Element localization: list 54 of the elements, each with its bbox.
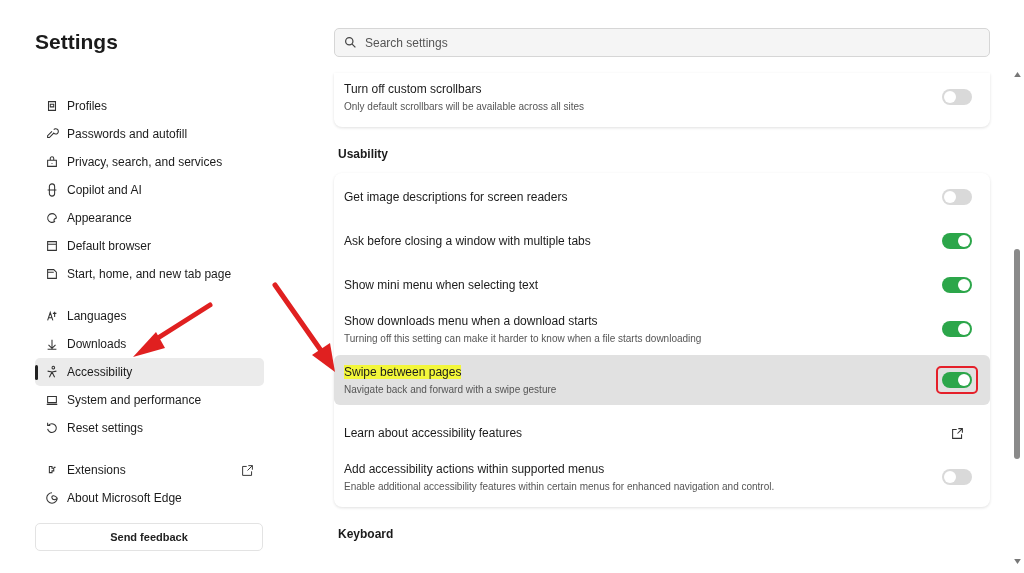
setting-description: Turning off this setting can make it harder to know when a file starts downloading xyxy=(344,333,703,344)
menu-item-icon xyxy=(45,337,59,351)
setting-label: Show downloads menu when a download starts xyxy=(344,314,598,328)
sidebar-item[interactable]: About Microsoft Edge xyxy=(35,484,264,512)
sidebar-item[interactable]: Appearance xyxy=(35,204,264,232)
sidebar-item[interactable]: Default browser xyxy=(35,232,264,260)
menu-item-icon xyxy=(45,239,59,253)
menu-item-icon xyxy=(45,393,59,407)
menu-item-icon xyxy=(45,365,59,379)
sidebar-item[interactable]: Start, home, and new tab page xyxy=(35,260,264,288)
search-field[interactable]: Search settings xyxy=(334,28,990,57)
setting-description: Navigate back and forward with a swipe gesture xyxy=(344,384,558,395)
section-heading: Keyboard xyxy=(338,527,395,541)
menu-item-icon xyxy=(45,183,59,197)
menu-item-icon xyxy=(45,267,59,281)
sidebar-item[interactable]: Languages xyxy=(35,302,264,330)
menu-item-icon xyxy=(45,127,59,141)
page-title: Settings xyxy=(35,30,119,54)
toggle-switch[interactable] xyxy=(942,277,972,293)
sidebar-item[interactable]: Accessibility xyxy=(35,358,264,386)
sidebar-item[interactable]: Profiles xyxy=(35,92,264,120)
external-link-icon xyxy=(241,463,254,477)
setting-description: Enable additional accessibility features within certain menus for enhanced navigation and control. xyxy=(344,481,776,492)
setting-label: Turn off custom scrollbars xyxy=(344,82,482,96)
toggle-switch[interactable] xyxy=(942,469,972,485)
setting-label: Swipe between pages xyxy=(344,365,462,379)
sidebar-item[interactable]: Privacy, search, and services xyxy=(35,148,264,176)
menu-item-icon xyxy=(45,491,59,505)
setting-label: Add accessibility actions within supported menus xyxy=(344,462,605,476)
setting-label: Learn about accessibility features xyxy=(344,426,523,440)
setting-label: Ask before closing a window with multiple tabs xyxy=(344,234,591,248)
send-feedback-button[interactable]: Send feedback xyxy=(35,523,263,551)
toggle-switch[interactable] xyxy=(942,189,972,205)
menu-item-icon xyxy=(45,309,59,323)
search-icon xyxy=(344,36,357,49)
setting-label: Show mini menu when selecting text xyxy=(344,278,539,292)
sidebar-item[interactable]: System and performance xyxy=(35,386,264,414)
toggle-switch[interactable] xyxy=(942,233,972,249)
section-heading: Usability xyxy=(338,147,389,161)
sidebar-item[interactable]: Reset settings xyxy=(35,414,264,442)
toggle-switch[interactable] xyxy=(942,89,972,105)
toggle-switch[interactable] xyxy=(942,372,972,388)
external-link-icon[interactable] xyxy=(951,426,964,440)
setting-description: Only default scrollbars will be available across all sites xyxy=(344,101,586,112)
menu-item-icon xyxy=(45,421,59,435)
toggle-switch[interactable] xyxy=(942,321,972,337)
menu-item-icon xyxy=(45,211,59,225)
menu-item-icon xyxy=(45,99,59,113)
sidebar-item[interactable]: Passwords and autofill xyxy=(35,120,264,148)
sidebar-item[interactable]: Copilot and AI xyxy=(35,176,264,204)
sidebar-item[interactable]: Extensions xyxy=(35,456,264,484)
setting-label: Get image descriptions for screen readers xyxy=(344,190,568,204)
sidebar-item[interactable]: Downloads xyxy=(35,330,264,358)
menu-item-icon xyxy=(45,155,59,169)
